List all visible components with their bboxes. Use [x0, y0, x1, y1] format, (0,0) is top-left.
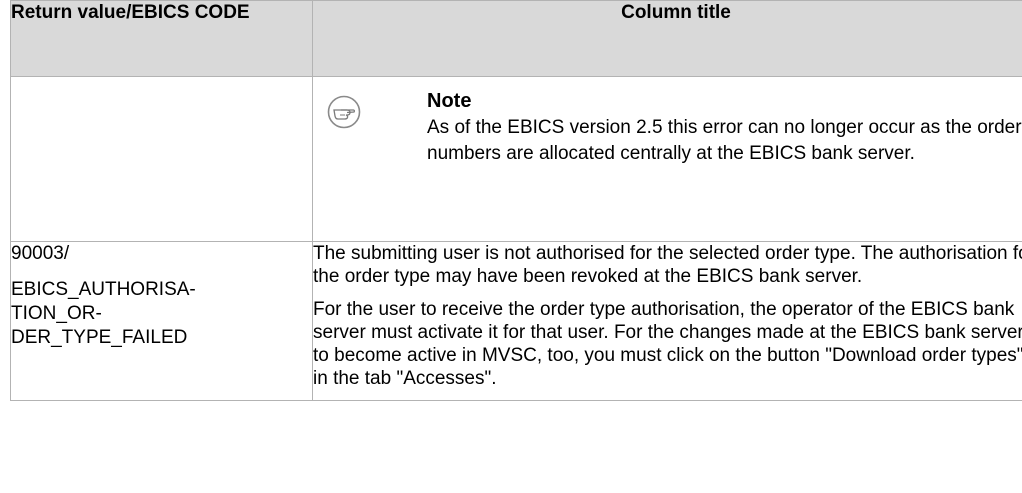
table-row: 90003/ EBICS_AUTHORISA- TION_OR- DER_TYP… [10, 241, 1022, 401]
error-code-number: 90003/ [11, 243, 70, 264]
header-column-title: Column title [312, 0, 1022, 77]
description-paragraph: The submitting user is not authorised fo… [313, 243, 1022, 287]
pointing-hand-icon [327, 95, 361, 129]
note-text: As of the EBICS version 2.5 this error c… [427, 117, 1022, 164]
table-header-row: Return value/EBICS CODE Column title [10, 0, 1022, 77]
description-paragraph: For the user to receive the order type a… [313, 299, 1022, 389]
error-description-cell: The submitting user is not authorised fo… [312, 241, 1022, 401]
table-row: Note As of the EBICS version 2.5 this er… [10, 76, 1022, 242]
error-code-cell: 90003/ EBICS_AUTHORISA- TION_OR- DER_TYP… [10, 241, 313, 401]
empty-code-cell [10, 76, 313, 242]
note-block: Note As of the EBICS version 2.5 this er… [313, 77, 1022, 167]
error-code-name-line: DER_TYPE_FAILED [11, 327, 188, 348]
header-return-value: Return value/EBICS CODE [10, 0, 313, 77]
return-codes-table: Return value/EBICS CODE Column title Not… [10, 0, 1022, 401]
error-code-name-line: EBICS_AUTHORISA- [11, 279, 196, 300]
note-cell: Note As of the EBICS version 2.5 this er… [312, 76, 1022, 242]
document-page: { "table": { "headers": { "col1": "Retur… [0, 0, 1022, 493]
note-title: Note [427, 90, 472, 112]
error-code-name-line: TION_OR- [11, 303, 102, 324]
